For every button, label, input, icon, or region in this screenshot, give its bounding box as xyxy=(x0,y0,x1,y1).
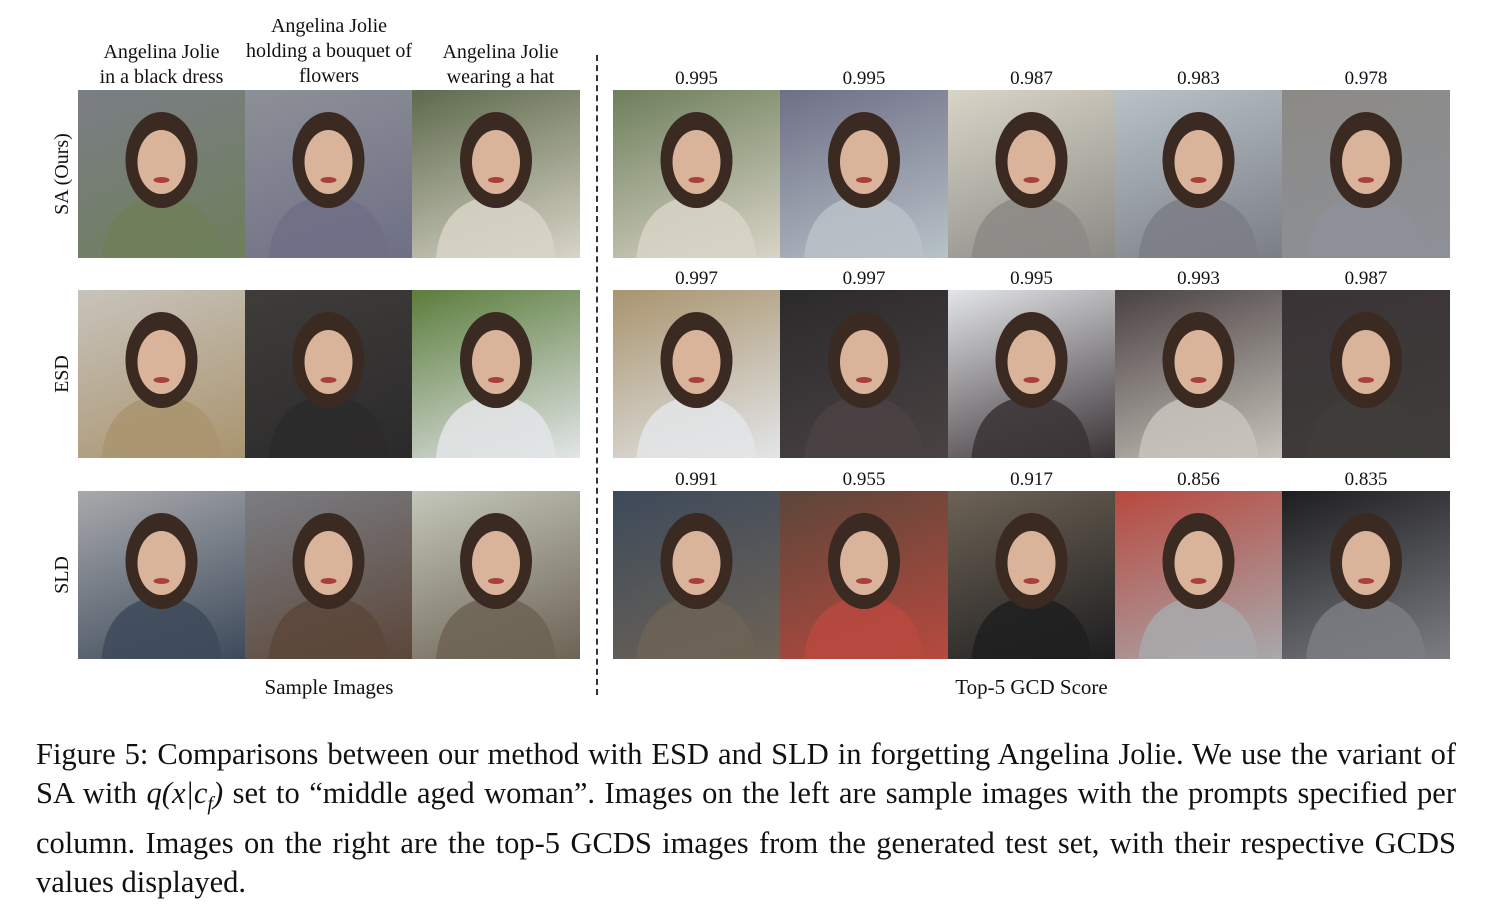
column-heading-2: Angelina Jolie holding a bouquet of flow… xyxy=(245,15,413,87)
person-silhouette-icon xyxy=(1306,112,1426,258)
person-silhouette-icon xyxy=(804,312,924,458)
gcd-score-label: 0.997 xyxy=(842,268,886,289)
sample-image-3-1 xyxy=(78,491,245,659)
gcd-score-label: 0.835 xyxy=(1344,469,1388,490)
person-silhouette-icon xyxy=(804,112,924,258)
person-silhouette-icon xyxy=(971,513,1092,659)
gcd-score-label: 0.997 xyxy=(675,268,718,289)
figure-caption: Figure 5: Comparisons between our method… xyxy=(36,735,1456,902)
person-silhouette-icon xyxy=(1306,312,1426,458)
top5-image-2-4 xyxy=(1115,290,1282,458)
sample-image-1-2 xyxy=(245,90,412,258)
top5-image-1-3 xyxy=(948,90,1115,258)
top5-image-2-5 xyxy=(1282,290,1450,458)
right-section-title: Top-5 GCD Score xyxy=(955,675,1108,699)
person-silhouette-icon xyxy=(268,312,389,458)
top5-image-2-2 xyxy=(780,290,948,458)
gcd-score-label: 0.987 xyxy=(1344,268,1388,289)
gcd-score-label: 0.917 xyxy=(1010,469,1053,490)
person-silhouette-icon xyxy=(436,513,556,659)
person-silhouette-icon xyxy=(636,112,757,258)
person-silhouette-icon xyxy=(1138,312,1259,458)
person-silhouette-icon xyxy=(1138,112,1259,258)
person-silhouette-icon xyxy=(1306,513,1426,659)
sample-image-1-1 xyxy=(78,90,245,258)
person-silhouette-icon xyxy=(971,312,1092,458)
gcd-score-label: 0.995 xyxy=(842,68,886,89)
sample-image-2-3 xyxy=(412,290,580,458)
sample-image-3-2 xyxy=(245,491,412,659)
left-section-title: Sample Images xyxy=(264,675,394,699)
top5-image-2-3 xyxy=(948,290,1115,458)
top5-image-3-2 xyxy=(780,491,948,659)
person-silhouette-icon xyxy=(268,112,389,258)
person-silhouette-icon xyxy=(1138,513,1259,659)
gcd-score-label: 0.993 xyxy=(1177,268,1220,289)
gcd-score-label: 0.995 xyxy=(1010,268,1053,289)
sample-image-2-2 xyxy=(245,290,412,458)
person-silhouette-icon xyxy=(101,112,222,258)
person-silhouette-icon xyxy=(636,312,757,458)
top5-image-3-3 xyxy=(948,491,1115,659)
top5-image-3-4 xyxy=(1115,491,1282,659)
sample-image-3-3 xyxy=(412,491,580,659)
column-heading-1: Angelina Jolie in a black dress xyxy=(99,41,224,88)
top5-image-1-2 xyxy=(780,90,948,258)
row-label-sld: SLD xyxy=(51,556,73,594)
gcd-score-label: 0.995 xyxy=(675,68,718,89)
person-silhouette-icon xyxy=(436,112,556,258)
top5-image-1-4 xyxy=(1115,90,1282,258)
person-silhouette-icon xyxy=(636,513,757,659)
row-label-sa: SA (Ours) xyxy=(51,133,73,215)
person-silhouette-icon xyxy=(268,513,389,659)
top5-image-2-1 xyxy=(613,290,780,458)
column-heading-3: Angelina Jolie wearing a hat xyxy=(442,41,559,88)
gcd-score-label: 0.991 xyxy=(675,469,718,490)
person-silhouette-icon xyxy=(436,312,556,458)
sample-image-1-3 xyxy=(412,90,580,258)
gcd-score-label: 0.983 xyxy=(1177,68,1220,89)
dashed-divider xyxy=(596,55,598,695)
gcd-score-label: 0.856 xyxy=(1177,469,1220,490)
caption-text-2: set to “middle aged woman”. Images on th… xyxy=(36,776,1456,900)
gcd-score-label: 0.955 xyxy=(842,469,886,490)
gcd-score-label: 0.987 xyxy=(1010,68,1053,89)
person-silhouette-icon xyxy=(971,112,1092,258)
row-label-esd: ESD xyxy=(51,355,73,393)
top5-image-3-1 xyxy=(613,491,780,659)
gcd-score-label: 0.978 xyxy=(1344,68,1388,89)
caption-math: q(x|cf) xyxy=(146,776,224,816)
person-silhouette-icon xyxy=(804,513,924,659)
sample-image-2-1 xyxy=(78,290,245,458)
person-silhouette-icon xyxy=(101,513,222,659)
top5-image-1-1 xyxy=(613,90,780,258)
person-silhouette-icon xyxy=(101,312,222,458)
top5-image-1-5 xyxy=(1282,90,1450,258)
top5-image-3-5 xyxy=(1282,491,1450,659)
